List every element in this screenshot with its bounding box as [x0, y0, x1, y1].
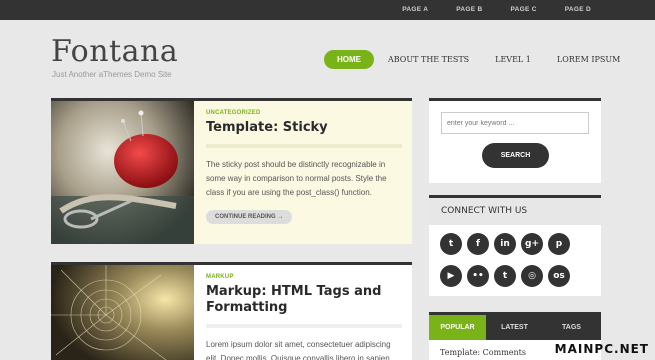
nav-item-level-1[interactable]: LEVEL 1 [495, 55, 531, 64]
social-icons: t f in g+ p ▶ •• t ◎ os [440, 233, 590, 297]
instagram-icon[interactable]: ◎ [521, 265, 543, 287]
post-excerpt: Lorem ipsum dolor sit amet, consectetuer… [206, 340, 391, 360]
top-nav-page-c[interactable]: PAGE C [511, 0, 537, 20]
twitter-icon[interactable]: t [440, 233, 462, 255]
post-card-sticky: UNCATEGORIZED Template: Sticky The stick… [51, 98, 412, 244]
search-button[interactable]: SEARCH [482, 143, 549, 168]
top-bar: PAGE A PAGE B PAGE C PAGE D [0, 0, 655, 20]
top-nav-page-b[interactable]: PAGE B [456, 0, 482, 20]
post-card-markup: MARKUP Markup: HTML Tags and Formatting … [51, 262, 412, 360]
pinterest-icon[interactable]: p [548, 233, 570, 255]
post-divider [206, 324, 402, 328]
site-title[interactable]: Fontana [51, 34, 178, 69]
linkedin-icon[interactable]: in [494, 233, 516, 255]
post-title[interactable]: Template: Sticky [206, 120, 402, 136]
nav-item-home[interactable]: HOME [324, 50, 374, 69]
post-title[interactable]: Markup: HTML Tags and Formatting [206, 284, 402, 316]
post-thumbnail-pincushion[interactable] [51, 101, 194, 244]
top-nav-page-d[interactable]: PAGE D [565, 0, 591, 20]
lastfm-icon[interactable]: os [548, 265, 570, 287]
tab-tags[interactable]: TAGS [543, 315, 600, 340]
tab-latest[interactable]: LATEST [486, 315, 543, 340]
post-body: MARKUP Markup: HTML Tags and Formatting … [206, 274, 402, 360]
flickr-icon[interactable]: •• [467, 265, 489, 287]
post-category[interactable]: UNCATEGORIZED [206, 110, 402, 116]
search-widget: SEARCH [429, 98, 601, 183]
nav-item-about-the-tests[interactable]: ABOUT THE TESTS [388, 55, 469, 64]
site-tagline: Just Another aThemes Demo Site [52, 70, 172, 79]
post-category[interactable]: MARKUP [206, 274, 402, 280]
main-nav: HOME ABOUT THE TESTS LEVEL 1 LOREM IPSUM [324, 50, 646, 69]
connect-widget: CONNECT WITH US t f in g+ p ▶ •• t ◎ os [429, 195, 601, 296]
top-nav-page-a[interactable]: PAGE A [402, 0, 428, 20]
post-excerpt: The sticky post should be distinctly rec… [206, 160, 387, 197]
youtube-icon[interactable]: ▶ [440, 265, 462, 287]
widget-title: CONNECT WITH US [429, 198, 601, 225]
continue-reading-button[interactable]: CONTINUE READING → [206, 210, 293, 224]
google-plus-icon[interactable]: g+ [521, 233, 543, 255]
search-input[interactable] [441, 112, 589, 134]
tumblr-icon[interactable]: t [494, 265, 516, 287]
post-thumbnail-spiderweb[interactable] [51, 265, 194, 360]
watermark: MAINPC.NET [554, 342, 649, 356]
post-body: UNCATEGORIZED Template: Sticky The stick… [206, 110, 402, 224]
tab-popular[interactable]: POPULAR [429, 315, 486, 340]
facebook-icon[interactable]: f [467, 233, 489, 255]
widget-tabs: POPULAR LATEST TAGS [429, 315, 601, 340]
post-divider [206, 144, 402, 148]
top-pages-nav: PAGE A PAGE B PAGE C PAGE D [374, 0, 591, 20]
nav-item-lorem-ipsum[interactable]: LOREM IPSUM [557, 55, 620, 64]
